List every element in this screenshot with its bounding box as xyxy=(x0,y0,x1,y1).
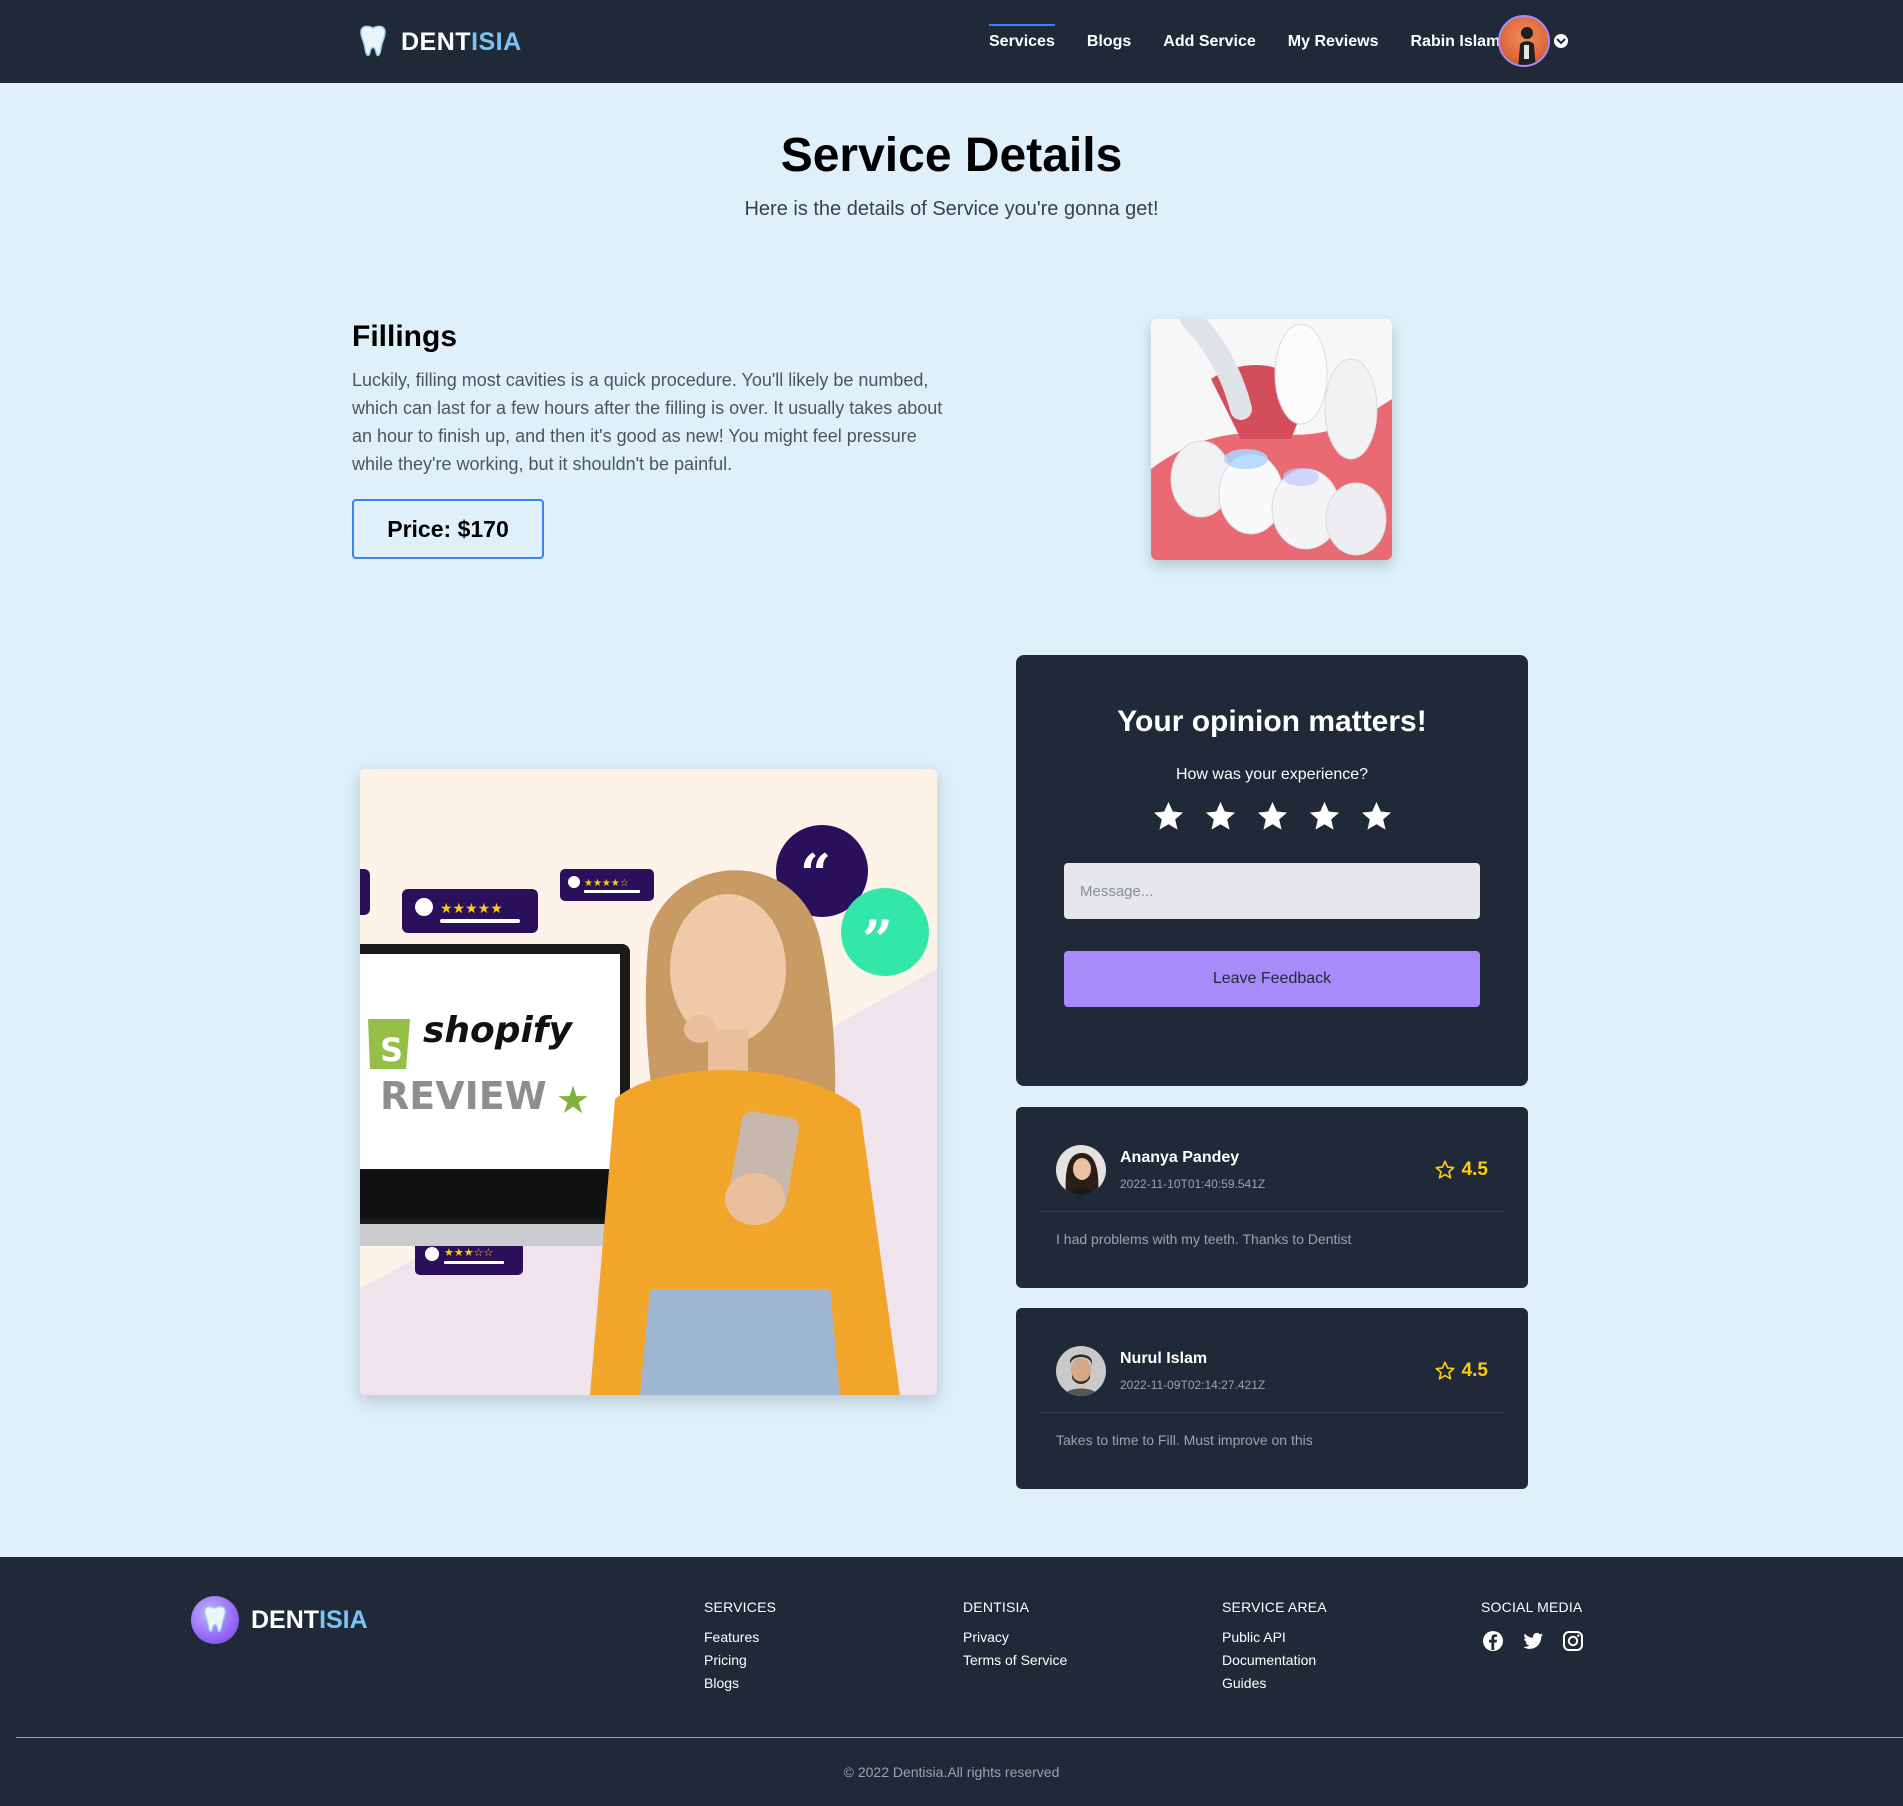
svg-text:★: ★ xyxy=(556,1078,590,1122)
feedback-title: Your opinion matters! xyxy=(1117,705,1427,738)
leave-feedback-button[interactable]: Leave Feedback xyxy=(1064,951,1480,1007)
tooth-logo-icon xyxy=(360,25,386,57)
star-icon[interactable] xyxy=(1151,799,1186,834)
instagram-icon[interactable] xyxy=(1561,1629,1587,1655)
nav-links: Services Blogs Add Service My Reviews Ra… xyxy=(989,0,1532,83)
footer-brand-name: DENTISIA xyxy=(251,1606,368,1635)
review-illustration: ★★★★★ ★★★★☆ ★★★☆☆ “ ” S shopify REVIEW ★ xyxy=(360,769,937,1395)
facebook-icon[interactable] xyxy=(1481,1629,1507,1655)
review-text: I had problems with my teeth. Thanks to … xyxy=(1056,1231,1352,1247)
nav-link-my-reviews[interactable]: My Reviews xyxy=(1288,27,1379,57)
chevron-down-icon[interactable] xyxy=(1553,33,1569,49)
star-outline-icon xyxy=(1435,1361,1455,1380)
twitter-icon[interactable] xyxy=(1521,1629,1547,1655)
review-card: Ananya Pandey 2022-11-10T01:40:59.541Z 4… xyxy=(1016,1107,1528,1288)
rating-stars xyxy=(1016,799,1528,834)
nav-link-blogs[interactable]: Blogs xyxy=(1087,27,1131,57)
copyright: © 2022 Dentisia.All rights reserved xyxy=(843,1764,1060,1780)
star-icon[interactable] xyxy=(1359,799,1394,834)
star-outline-icon xyxy=(1435,1160,1455,1179)
page-subtitle: Here is the details of Service you're go… xyxy=(744,198,1159,220)
svg-text:★★★★☆: ★★★★☆ xyxy=(584,878,629,889)
service-description: Luckily, filling most cavities is a quic… xyxy=(352,370,943,474)
review-rating: 4.5 xyxy=(1434,1159,1488,1181)
teeth-filling-illustration xyxy=(1151,319,1392,560)
footer-col-services: SERVICES Features Pricing Blogs xyxy=(704,1599,776,1698)
star-icon[interactable] xyxy=(1307,799,1342,834)
footer-col-dentisia: DENTISIA Privacy Terms of Service xyxy=(963,1599,1067,1675)
illustration-word: REVIEW xyxy=(380,1074,547,1118)
brand-name-part1: DENT xyxy=(401,27,472,56)
user-silhouette-icon xyxy=(1518,27,1536,65)
footer-col-social: SOCIAL MEDIA xyxy=(1481,1599,1587,1655)
footer-link-blogs[interactable]: Blogs xyxy=(704,1675,776,1691)
svg-text:★★★★★: ★★★★★ xyxy=(440,901,503,917)
brand-name-part2: ISIA xyxy=(471,27,522,56)
svg-text:S: S xyxy=(380,1031,403,1069)
reviewer-avatar xyxy=(1056,1346,1106,1396)
footer-logo xyxy=(191,1596,239,1644)
user-avatar[interactable] xyxy=(1498,15,1550,67)
message-input[interactable] xyxy=(1064,863,1480,919)
feedback-form: Your opinion matters! How was your exper… xyxy=(1016,655,1528,1086)
tooth-logo-icon xyxy=(204,1606,226,1633)
brand-name: DENTISIA xyxy=(401,28,522,57)
star-icon[interactable] xyxy=(1203,799,1238,834)
footer-link-documentation[interactable]: Documentation xyxy=(1222,1652,1327,1668)
footer-col-title: DENTISIA xyxy=(963,1599,1030,1615)
brand-logo[interactable]: DENTISIA xyxy=(353,22,522,62)
footer-link-features[interactable]: Features xyxy=(704,1629,776,1645)
nav-link-user-name[interactable]: Rabin Islam xyxy=(1411,27,1501,57)
footer-divider xyxy=(16,1737,1903,1738)
svg-text:“: “ xyxy=(800,842,831,906)
review-rating: 4.5 xyxy=(1434,1360,1488,1382)
rating-value: 4.5 xyxy=(1461,1360,1488,1381)
review-card: Nurul Islam 2022-11-09T02:14:27.421Z 4.5… xyxy=(1016,1308,1528,1489)
footer-brand-part2: ISIA xyxy=(319,1605,368,1634)
illustration-brand: shopify xyxy=(423,1010,574,1051)
rating-value: 4.5 xyxy=(1461,1159,1488,1180)
nav-link-add-service[interactable]: Add Service xyxy=(1163,27,1255,57)
feedback-question: How was your experience? xyxy=(1175,766,1369,783)
service-price: Price: $170 xyxy=(352,499,544,559)
svg-text:”: ” xyxy=(862,908,893,972)
top-navbar: DENTISIA Services Blogs Add Service My R… xyxy=(0,0,1903,83)
footer-brand-part1: DENT xyxy=(251,1605,320,1634)
footer-brand[interactable]: DENTISIA xyxy=(191,1596,368,1644)
footer-col-service-area: SERVICE AREA Public API Documentation Gu… xyxy=(1222,1599,1327,1698)
service-image xyxy=(1151,319,1392,560)
review-text: Takes to time to Fill. Must improve on t… xyxy=(1056,1432,1313,1448)
reviewer-name: Ananya Pandey xyxy=(1120,1149,1240,1166)
footer-col-title: SERVICES xyxy=(704,1599,777,1615)
service-name: Fillings xyxy=(352,320,457,353)
svg-text:★★★☆☆: ★★★☆☆ xyxy=(444,1246,493,1259)
review-divider xyxy=(1040,1412,1504,1413)
reviewer-name: Nurul Islam xyxy=(1120,1350,1208,1367)
footer-link-terms[interactable]: Terms of Service xyxy=(963,1652,1067,1668)
review-date: 2022-11-10T01:40:59.541Z xyxy=(1120,1177,1266,1191)
footer-link-pricing[interactable]: Pricing xyxy=(704,1652,776,1668)
review-date: 2022-11-09T02:14:27.421Z xyxy=(1120,1378,1266,1392)
review-divider xyxy=(1040,1211,1504,1212)
footer-link-privacy[interactable]: Privacy xyxy=(963,1629,1067,1645)
site-footer: DENTISIA SERVICES Features Pricing Blogs… xyxy=(0,1557,1903,1806)
social-icons xyxy=(1481,1629,1587,1655)
reviewer-avatar xyxy=(1056,1145,1106,1195)
footer-link-guides[interactable]: Guides xyxy=(1222,1675,1327,1691)
shopify-review-graphic: ★★★★★ ★★★★☆ ★★★☆☆ “ ” S shopify REVIEW ★ xyxy=(360,769,937,1395)
footer-link-public-api[interactable]: Public API xyxy=(1222,1629,1327,1645)
page-title: Service Details xyxy=(780,129,1123,182)
star-icon[interactable] xyxy=(1255,799,1290,834)
nav-link-services[interactable]: Services xyxy=(989,23,1055,57)
footer-col-title: SOCIAL MEDIA xyxy=(1481,1599,1583,1615)
footer-col-title: SERVICE AREA xyxy=(1222,1599,1327,1615)
